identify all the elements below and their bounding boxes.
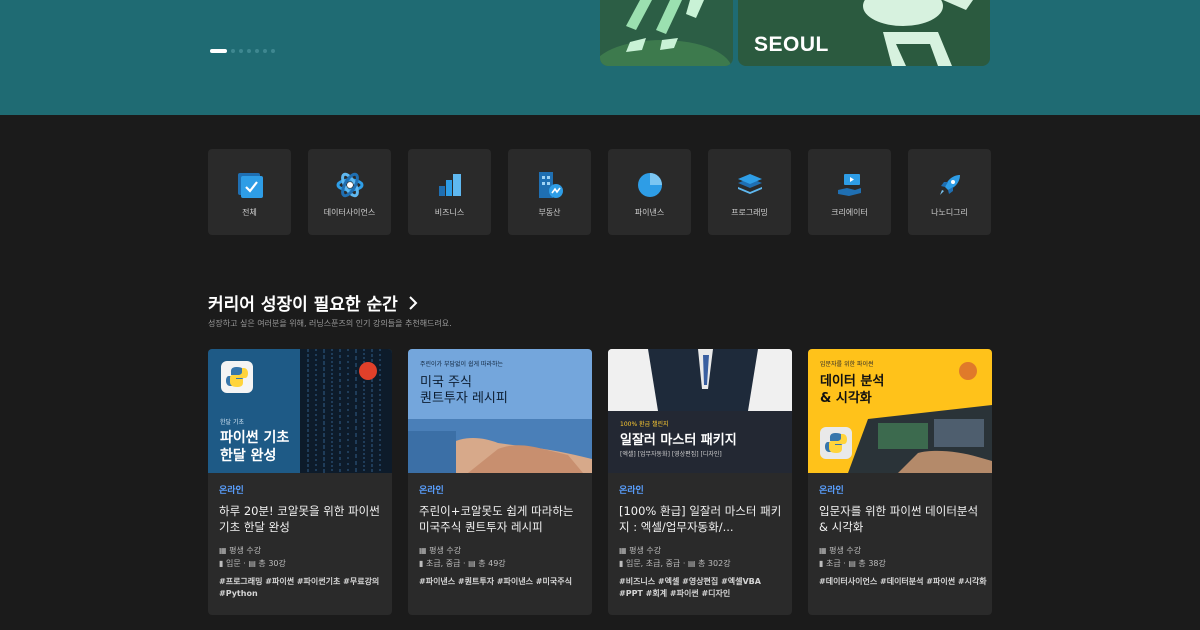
course-tags: #비즈니스 #엑셀 #영상편집 #엑셀VBA #PPT #회계 #파이썬 #디자…: [619, 577, 761, 598]
thumb-small-text: 주린이가 부담없이 쉽게 따라하는: [420, 361, 504, 368]
check-square-icon: [237, 173, 263, 198]
course-access: ▦ 평생 수강: [419, 546, 462, 555]
banner-image-right[interactable]: SEOUL: [738, 0, 990, 66]
category-creator[interactable]: 크리에이터: [808, 149, 891, 235]
course-list: 한달 기초 파이썬 기초 한달 완성 온라인 하루 20분! 코알못을 위한 파…: [208, 349, 992, 615]
category-finance[interactable]: 파이낸스: [608, 149, 691, 235]
slide-dot[interactable]: [271, 49, 275, 53]
level-text: 입문, 초급, 중급: [625, 559, 681, 568]
course-tags: #파이낸스 #퀀트투자 #파이낸스 #미국주식: [419, 577, 572, 586]
level-text: 초급: [825, 559, 841, 568]
course-card[interactable]: 입문자를 위한 파이썬 데이터 분석 & 시각화 온라인 입문자를 위한 파이썬…: [808, 349, 992, 615]
slide-dot[interactable]: [247, 49, 251, 53]
course-meta: ▮ 초급, 중급 · ▤ 총 49강: [419, 559, 506, 568]
category-all[interactable]: 전체: [208, 149, 291, 235]
course-card[interactable]: 100% 환급 챌린지 일잘러 마스터 패키지 [엑셀] [업무자동화] [영상…: [608, 349, 792, 615]
layers-icon: [737, 174, 762, 194]
thumb-title-2: 퀀트투자 레시피: [420, 391, 508, 406]
course-badge: 온라인: [219, 486, 244, 496]
banner-image-left[interactable]: [600, 0, 733, 66]
slide-dot[interactable]: [239, 49, 243, 53]
course-card[interactable]: 주린이가 부담없이 쉽게 따라하는 미국 주식 퀀트투자 레시피 온라인 주린이…: [408, 349, 592, 615]
atom-icon: [336, 172, 363, 198]
course-badge: 온라인: [419, 486, 444, 496]
category-label: 데이터사이언스: [323, 208, 376, 217]
slide-dot-active[interactable]: [210, 49, 227, 53]
thumb-small-text: 100% 환급 챌린지: [620, 421, 669, 428]
building-icon: [538, 172, 563, 198]
course-access: ▦ 평생 수강: [819, 546, 862, 555]
chevron-right-icon[interactable]: [408, 295, 418, 310]
hero-banner[interactable]: SEOUL: [0, 0, 1200, 115]
access-text: 평생 수강: [829, 546, 862, 555]
course-title[interactable]: [100% 환급] 일잘러 마스터 패키지 : 엑셀/업무자동화/...: [619, 503, 784, 535]
category-nanodegree[interactable]: 나노디그리: [908, 149, 991, 235]
course-title[interactable]: 주린이+코알못도 쉽게 따라하는 미국주식 퀀트투자 레시피: [419, 503, 584, 535]
course-access: ▦ 평생 수강: [619, 546, 662, 555]
access-text: 평생 수강: [229, 546, 262, 555]
section-subtitle: 성장하고 싶은 여러분을 위해, 러닝스푼즈의 인기 강의들을 추천해드려요.: [208, 319, 452, 328]
level-text: 입문: [225, 559, 241, 568]
banner-illustration: [600, 0, 732, 66]
lessons-text: 총 38강: [858, 559, 886, 568]
python-logo-icon: [820, 427, 852, 459]
slide-dot[interactable]: [263, 49, 267, 53]
category-label: 비즈니스: [434, 208, 465, 217]
category-nav: 전체 데이터사이언스 비즈니스 부동산 파이낸스 프로그래밍 크리에이터 나노디…: [208, 149, 991, 235]
course-meta: ▮ 입문, 초급, 중급 · ▤ 총 302강: [619, 559, 731, 568]
thumb-title-2: 한달 완성: [220, 448, 277, 464]
category-label: 전체: [242, 208, 257, 217]
course-badge: 온라인: [619, 486, 644, 496]
course-badge: 온라인: [819, 486, 844, 496]
thumb-small-text: 입문자를 위한 파이썬: [820, 361, 874, 368]
rocket-icon: [939, 175, 960, 195]
category-real-estate[interactable]: 부동산: [508, 149, 591, 235]
python-logo-icon: [221, 361, 253, 393]
slide-dot[interactable]: [255, 49, 259, 53]
category-programming[interactable]: 프로그래밍: [708, 149, 791, 235]
thumb-title-2: [엑셀] [업무자동화] [영상편집] [디자인]: [620, 451, 722, 458]
category-label: 부동산: [538, 208, 561, 217]
thumb-small-text: 한달 기초: [220, 419, 244, 426]
category-label: 나노디그리: [931, 208, 968, 217]
pie-chart-icon: [637, 173, 662, 197]
course-thumbnail[interactable]: 한달 기초 파이썬 기초 한달 완성: [208, 349, 392, 473]
course-meta: ▮ 초급 · ▤ 총 38강: [819, 559, 886, 568]
course-title[interactable]: 입문자를 위한 파이썬 데이터분석 & 시각화: [819, 503, 984, 535]
category-label: 파이낸스: [634, 208, 665, 217]
category-label: 크리에이터: [831, 208, 868, 217]
thumb-title-1: 파이썬 기초: [220, 430, 290, 446]
category-label: 프로그래밍: [731, 208, 768, 217]
course-thumbnail[interactable]: 입문자를 위한 파이썬 데이터 분석 & 시각화: [808, 349, 992, 473]
banner-title: SEOUL: [754, 33, 829, 56]
thumb-title-1: 일잘러 마스터 패키지: [620, 433, 737, 448]
category-business[interactable]: 비즈니스: [408, 149, 491, 235]
slide-dot[interactable]: [231, 49, 235, 53]
course-meta: ▮ 입문 · ▤ 총 30강: [219, 559, 286, 568]
course-thumbnail[interactable]: 100% 환급 챌린지 일잘러 마스터 패키지 [엑셀] [업무자동화] [영상…: [608, 349, 792, 473]
level-text: 초급, 중급: [425, 559, 461, 568]
hand-card-icon: [837, 174, 861, 196]
course-tags: #프로그래밍 #파이썬 #파이썬기초 #무료강의 #Python: [219, 577, 380, 598]
section-title[interactable]: 커리어 성장이 필요한 순간: [208, 290, 418, 315]
course-tags: #데이터사이언스 #데이터분석 #파이썬 #시각화: [819, 577, 987, 586]
lessons-text: 총 30강: [258, 559, 286, 568]
slide-indicator[interactable]: [210, 49, 275, 53]
category-data-science[interactable]: 데이터사이언스: [308, 149, 391, 235]
course-access: ▦ 평생 수강: [219, 546, 262, 555]
access-text: 평생 수강: [629, 546, 662, 555]
lessons-text: 총 302강: [698, 559, 731, 568]
lessons-text: 총 49강: [478, 559, 506, 568]
bar-chart-icon: [438, 174, 461, 196]
access-text: 평생 수강: [429, 546, 462, 555]
course-card[interactable]: 한달 기초 파이썬 기초 한달 완성 온라인 하루 20분! 코알못을 위한 파…: [208, 349, 392, 615]
course-thumbnail[interactable]: 주린이가 부담없이 쉽게 따라하는 미국 주식 퀀트투자 레시피: [408, 349, 592, 473]
section-title-text: 커리어 성장이 필요한 순간: [208, 295, 398, 315]
course-title[interactable]: 하루 20분! 코알못을 위한 파이썬 기초 한달 완성: [219, 503, 384, 535]
thumb-title-2: & 시각화: [820, 391, 872, 406]
